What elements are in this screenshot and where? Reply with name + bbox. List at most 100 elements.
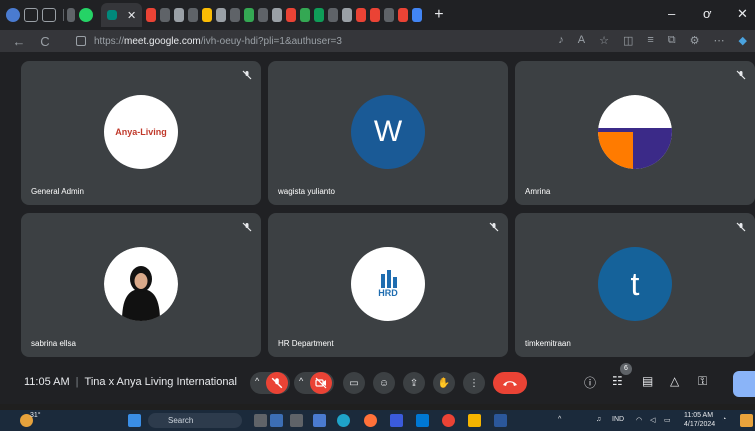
tray-icon[interactable]: ♫ (596, 416, 601, 423)
tab-icon-20[interactable] (412, 8, 423, 22)
language-indicator[interactable]: IND (612, 416, 624, 423)
mic-off-icon (489, 222, 499, 232)
tab-icon-9[interactable] (258, 8, 269, 22)
app-icon-3[interactable] (390, 414, 403, 427)
participant-tile-general-admin[interactable]: Anya-Living General Admin (21, 61, 261, 205)
firefox-icon[interactable] (364, 414, 377, 427)
mic-options-chevron-icon[interactable]: ^ (255, 376, 259, 386)
new-tab-button[interactable]: + (434, 6, 443, 24)
tab-icon-5[interactable] (202, 8, 213, 22)
back-button[interactable]: ← (6, 34, 32, 49)
meet-tab-icon (107, 10, 117, 20)
participant-avatar: Anya-Living (104, 95, 178, 169)
app-icon-1[interactable] (270, 414, 283, 427)
camera-toggle-button[interactable] (310, 372, 332, 394)
tab-icon-2[interactable] (160, 8, 171, 22)
mic-icon[interactable]: ♪ (558, 34, 564, 47)
more-options-button[interactable]: ⋮ (463, 372, 485, 394)
participant-name: wagista yulianto (278, 187, 335, 196)
volume-icon[interactable]: ◁ (650, 416, 655, 424)
meeting-control-bar: 11:05 AM | Tina x Anya Living Internationa… (0, 366, 755, 402)
tab-actions-icon[interactable] (42, 8, 56, 22)
url-field[interactable]: https://meet.google.com/ivh-oeuy-hdi?pli… (94, 36, 342, 47)
read-aloud-icon[interactable]: A (578, 34, 585, 47)
captions-button[interactable]: ▭ (343, 372, 365, 394)
tab-icon-12[interactable] (300, 8, 311, 22)
tab-icon-1[interactable] (146, 8, 157, 22)
battery-icon[interactable]: ▭ (664, 416, 671, 424)
minimize-button[interactable]: – (668, 6, 675, 21)
participant-tile-amrina[interactable]: Amrina (515, 61, 755, 205)
raise-hand-button[interactable]: ✋ (433, 372, 455, 394)
tab-icon-16[interactable] (356, 8, 367, 22)
mail-icon[interactable] (416, 414, 429, 427)
meeting-details-icon[interactable]: ⓘ (584, 374, 596, 391)
reload-button[interactable]: C (32, 34, 58, 49)
tab-icon-3[interactable] (174, 8, 185, 22)
tab-icon-10[interactable] (272, 8, 283, 22)
tab-icon-11[interactable] (286, 8, 297, 22)
participant-tile-timkemitraan[interactable]: t timkemitraan (515, 213, 755, 357)
tab-active[interactable]: ✕ (101, 3, 143, 27)
tab-icon-7[interactable] (230, 8, 241, 22)
taskbar-time[interactable]: 11:05 AM (684, 412, 713, 419)
opera-icon[interactable] (442, 414, 455, 427)
host-controls-icon[interactable]: ⚿ (698, 374, 707, 389)
wifi-icon[interactable]: ◠ (636, 416, 642, 424)
show-hidden-icons[interactable]: ^ (558, 416, 561, 423)
search-tab-icon[interactable] (67, 8, 75, 22)
activities-icon[interactable]: △ (670, 374, 679, 388)
close-tab-icon[interactable]: ✕ (127, 9, 136, 22)
more-menu-icon[interactable]: ⋯ (714, 34, 725, 47)
extensions-icon[interactable]: ⚙ (690, 34, 700, 47)
tab-icon-18[interactable] (384, 8, 395, 22)
tab-icon-8[interactable] (244, 8, 255, 22)
participant-tile-wagista[interactable]: W wagista yulianto (268, 61, 508, 205)
mic-off-icon (736, 222, 746, 232)
tab-icon-13[interactable] (314, 8, 325, 22)
copilot-icon[interactable]: ◆ (739, 34, 747, 47)
workspaces-icon[interactable] (24, 8, 38, 22)
tab-icon-15[interactable] (342, 8, 353, 22)
word-icon[interactable] (494, 414, 507, 427)
present-screen-button[interactable]: ⇪ (403, 372, 425, 394)
search-label: Search (168, 416, 194, 425)
favorite-star-icon[interactable]: ☆ (599, 34, 609, 47)
favorites-icon[interactable]: ≡ (647, 34, 653, 47)
participant-avatar: HRD (351, 247, 425, 321)
tab-icon-19[interactable] (398, 8, 409, 22)
leave-call-button[interactable] (493, 372, 527, 394)
tab-icon-4[interactable] (188, 8, 199, 22)
whatsapp-tab-icon[interactable] (79, 8, 93, 22)
tab-icon-14[interactable] (328, 8, 339, 22)
mic-toggle-button[interactable] (266, 372, 288, 394)
taskbar-search[interactable]: Search (148, 413, 242, 428)
collections-icon[interactable]: ⧉ (668, 34, 676, 47)
restore-button[interactable]: ơ (703, 6, 712, 21)
camera-options-chevron-icon[interactable]: ^ (299, 376, 303, 386)
site-info-icon[interactable] (76, 36, 86, 46)
participant-tile-hr-department[interactable]: HRD HR Department (268, 213, 508, 357)
meeting-title: Tina x Anya Living International (84, 376, 237, 388)
app-icon-2[interactable] (290, 414, 303, 427)
people-icon[interactable]: ☷ (612, 374, 623, 388)
taskbar-date[interactable]: 4/17/2024 (684, 421, 715, 428)
start-button[interactable] (128, 414, 141, 427)
mic-off-icon (242, 70, 252, 80)
edge-icon[interactable] (337, 414, 350, 427)
tab-icon-6[interactable] (216, 8, 227, 22)
participant-tile-sabrina[interactable]: sabrina ellsa (21, 213, 261, 357)
profile-avatar-icon[interactable] (6, 8, 20, 22)
file-explorer-icon[interactable] (468, 414, 481, 427)
meeting-timer-button[interactable] (733, 371, 755, 397)
close-window-button[interactable]: ✕ (737, 6, 748, 22)
teams-icon[interactable] (313, 414, 326, 427)
task-view-icon[interactable] (254, 414, 267, 427)
copilot-taskbar-icon[interactable] (740, 414, 753, 427)
reactions-button[interactable]: ☺ (373, 372, 395, 394)
split-screen-icon[interactable]: ◫ (623, 34, 633, 47)
notifications-icon[interactable]: ◔ (722, 416, 726, 423)
participants-count-badge: 6 (620, 363, 632, 375)
chat-icon[interactable]: ▤ (642, 374, 653, 388)
tab-icon-17[interactable] (370, 8, 381, 22)
